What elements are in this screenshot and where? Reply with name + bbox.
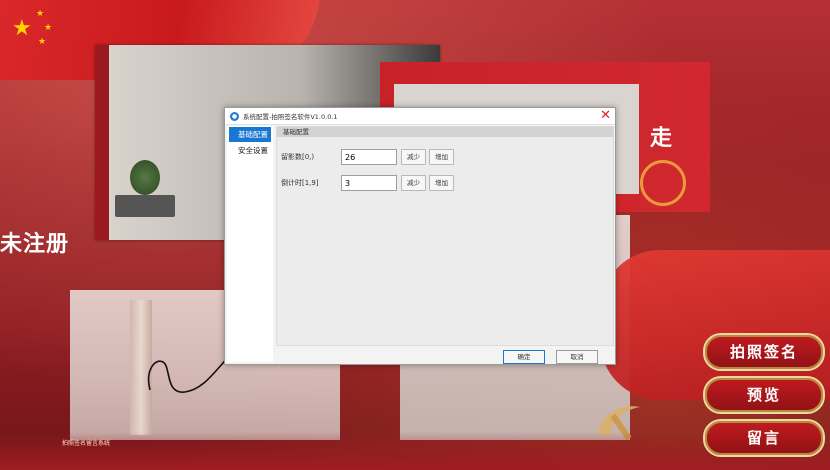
- preview-button[interactable]: 预览: [703, 376, 825, 414]
- unregistered-label: 未注册: [0, 232, 70, 257]
- app-icon: ●: [230, 111, 239, 121]
- plant-image: [130, 160, 160, 195]
- shelf-image: [115, 195, 175, 217]
- nav-item-security-settings[interactable]: 安全设置: [229, 143, 271, 158]
- photo-count-input[interactable]: [341, 149, 397, 165]
- ok-button[interactable]: 确定: [503, 350, 545, 364]
- star-icon: ★: [44, 23, 53, 33]
- dialog-titlebar[interactable]: ● 系统配置-拍照签名软件V1.0.0.1 ✕: [225, 108, 615, 125]
- banner-text: 走: [650, 125, 673, 151]
- take-photo-sign-button[interactable]: 拍照签名: [703, 333, 825, 371]
- close-icon[interactable]: ✕: [600, 108, 611, 124]
- system-logo: 拍照签名留言系统: [62, 440, 111, 447]
- message-button[interactable]: 留言: [703, 419, 825, 457]
- countdown-label: 倒计时[1,9]: [281, 179, 319, 187]
- nav-item-basic-config[interactable]: 基础配置: [229, 127, 271, 142]
- settings-nav: 基础配置 安全设置: [227, 126, 273, 362]
- system-config-dialog: ● 系统配置-拍照签名软件V1.0.0.1 ✕ 基础配置 安全设置 基础配置 留…: [224, 107, 616, 365]
- photo-count-row: 留影数[0,) 减少 增加: [281, 149, 457, 165]
- star-icon: ★: [38, 37, 47, 47]
- star-icon: ★: [12, 16, 32, 41]
- countdown-input[interactable]: [341, 175, 397, 191]
- countdown-row: 倒计时[1,9] 减少 增加: [281, 175, 457, 191]
- settings-content-panel: 基础配置 留影数[0,) 减少 增加 倒计时[1,9] 减少 增加: [276, 126, 614, 346]
- countdown-increase-button[interactable]: 增加: [429, 175, 454, 191]
- party-emblem-icon: [640, 160, 686, 206]
- photo-count-increase-button[interactable]: 增加: [429, 149, 454, 165]
- photo-count-decrease-button[interactable]: 减少: [401, 149, 426, 165]
- group-title: 基础配置: [277, 127, 613, 137]
- dialog-title: 系统配置-拍照签名软件V1.0.0.1: [243, 113, 338, 121]
- star-icon: ★: [36, 9, 45, 19]
- photo-count-label: 留影数[0,): [281, 153, 315, 161]
- countdown-decrease-button[interactable]: 减少: [401, 175, 426, 191]
- cancel-button[interactable]: 取消: [556, 350, 598, 364]
